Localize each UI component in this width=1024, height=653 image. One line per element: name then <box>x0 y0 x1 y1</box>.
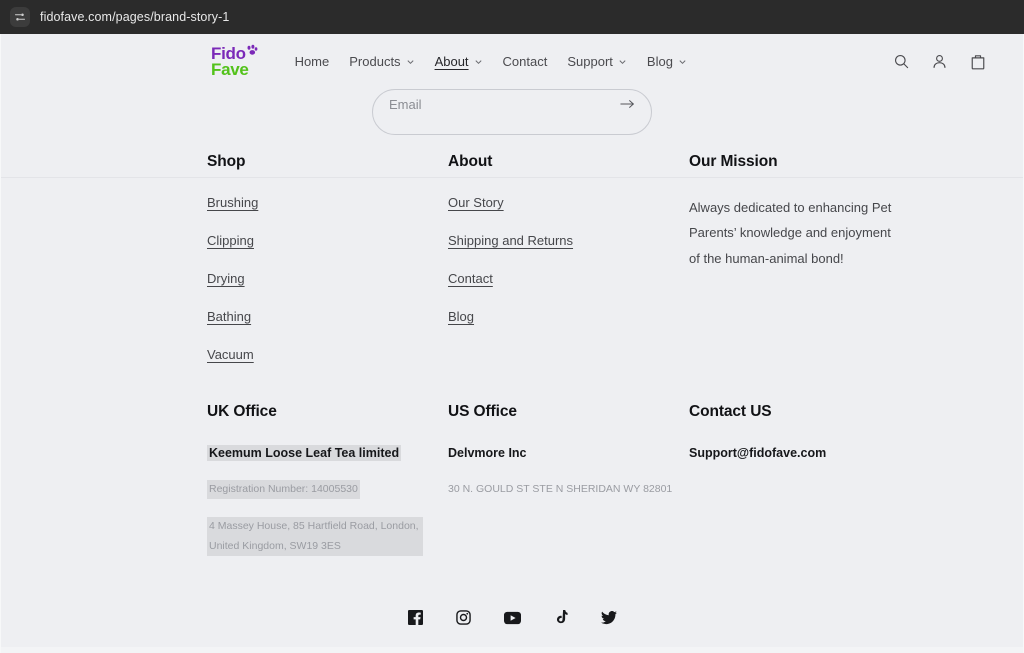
footer-column-uk-office: UK Office Keemum Loose Leaf Tea limited … <box>207 403 448 557</box>
column-title: About <box>448 153 493 170</box>
footer-link-contact[interactable]: Contact <box>448 271 493 286</box>
logo-line-2: Fave <box>211 59 249 79</box>
column-title: UK Office <box>207 403 277 420</box>
email-input-placeholder[interactable]: Email <box>389 97 620 112</box>
main-navigation: Home Products About Contact Support Blog <box>295 54 687 69</box>
page-viewport: Fido Fave Home Products About Contact Su… <box>0 34 1024 653</box>
uk-company-name: Keemum Loose Leaf Tea limited <box>207 445 402 461</box>
column-title: Our Mission <box>689 153 778 170</box>
email-input-wrapper[interactable]: Email <box>372 89 652 135</box>
search-icon[interactable] <box>893 53 910 70</box>
arrow-right-icon[interactable] <box>620 98 635 110</box>
footer-link-vacuum[interactable]: Vacuum <box>207 347 254 362</box>
nav-label: Blog <box>646 54 673 69</box>
footer-link-brushing[interactable]: Brushing <box>207 195 258 210</box>
chevron-down-icon <box>679 60 686 65</box>
footer-link-our-story[interactable]: Our Story <box>448 195 504 210</box>
footer-office-columns: UK Office Keemum Loose Leaf Tea limited … <box>207 403 909 557</box>
site-logo[interactable]: Fido Fave <box>211 44 257 79</box>
footer-column-shop: Shop Brushing Clipping Drying Bathing Va… <box>207 153 448 385</box>
column-title: US Office <box>448 403 517 420</box>
nav-label: Contact <box>502 54 548 69</box>
browser-url-bar: fidofave.com/pages/brand-story-1 <box>0 0 1024 34</box>
site-footer: Shop Brushing Clipping Drying Bathing Va… <box>1 153 1023 626</box>
footer-link-columns: Shop Brushing Clipping Drying Bathing Va… <box>207 153 909 385</box>
contact-email[interactable]: Support@fidofave.com <box>689 445 826 461</box>
nav-item-products[interactable]: Products <box>349 54 414 69</box>
site-header: Fido Fave Home Products About Contact Su… <box>1 34 1023 89</box>
tiktok-icon[interactable] <box>554 610 568 625</box>
page-bottom-band <box>1 647 1023 653</box>
column-title: Shop <box>207 153 246 170</box>
us-address: 30 N. GOULD ST STE N SHERIDAN WY 82801 <box>448 483 673 495</box>
uk-registration-number: Registration Number: 14005530 <box>207 480 360 500</box>
instagram-icon[interactable] <box>455 610 471 626</box>
nav-item-blog[interactable]: Blog <box>647 54 687 69</box>
facebook-icon[interactable] <box>407 610 423 626</box>
us-company-name: Delvmore Inc <box>448 446 527 460</box>
nav-item-support[interactable]: Support <box>567 54 627 69</box>
footer-column-us-office: US Office Delvmore Inc 30 N. GOULD ST ST… <box>448 403 689 556</box>
chevron-down-icon <box>619 60 626 65</box>
footer-column-contact-us: Contact US Support@fidofave.com <box>689 403 909 556</box>
chevron-down-icon <box>407 60 414 65</box>
header-icon-group <box>893 53 999 71</box>
footer-column-about: About Our Story Shipping and Returns Con… <box>448 153 689 385</box>
nav-label: Home <box>294 54 330 69</box>
account-icon[interactable] <box>931 53 948 70</box>
url-text[interactable]: fidofave.com/pages/brand-story-1 <box>40 10 229 24</box>
footer-link-shipping-and-returns[interactable]: Shipping and Returns <box>448 233 573 248</box>
footer-divider <box>1 177 1023 178</box>
uk-address: 4 Massey House, 85 Hartfield Road, Londo… <box>207 517 423 557</box>
youtube-icon[interactable] <box>503 611 521 625</box>
mission-text: Always dedicated to enhancing Pet Parent… <box>689 200 892 266</box>
nav-label: Support <box>567 54 613 69</box>
footer-link-drying[interactable]: Drying <box>207 271 245 286</box>
column-title: Contact US <box>689 403 772 420</box>
cart-icon[interactable] <box>969 53 987 71</box>
nav-item-home[interactable]: Home <box>295 54 330 69</box>
nav-item-contact[interactable]: Contact <box>503 54 548 69</box>
social-links <box>25 610 999 626</box>
nav-label: Products <box>349 54 401 69</box>
footer-column-mission: Our Mission Always dedicated to enhancin… <box>689 153 909 385</box>
twitter-icon[interactable] <box>600 610 617 625</box>
footer-link-bathing[interactable]: Bathing <box>207 309 251 324</box>
footer-link-blog[interactable]: Blog <box>448 309 474 324</box>
sliders-icon[interactable] <box>10 7 30 27</box>
footer-link-clipping[interactable]: Clipping <box>207 233 254 248</box>
nav-label: About <box>434 54 469 69</box>
paw-icon <box>247 44 257 55</box>
chevron-down-icon <box>474 60 482 65</box>
nav-item-about[interactable]: About <box>435 54 483 69</box>
